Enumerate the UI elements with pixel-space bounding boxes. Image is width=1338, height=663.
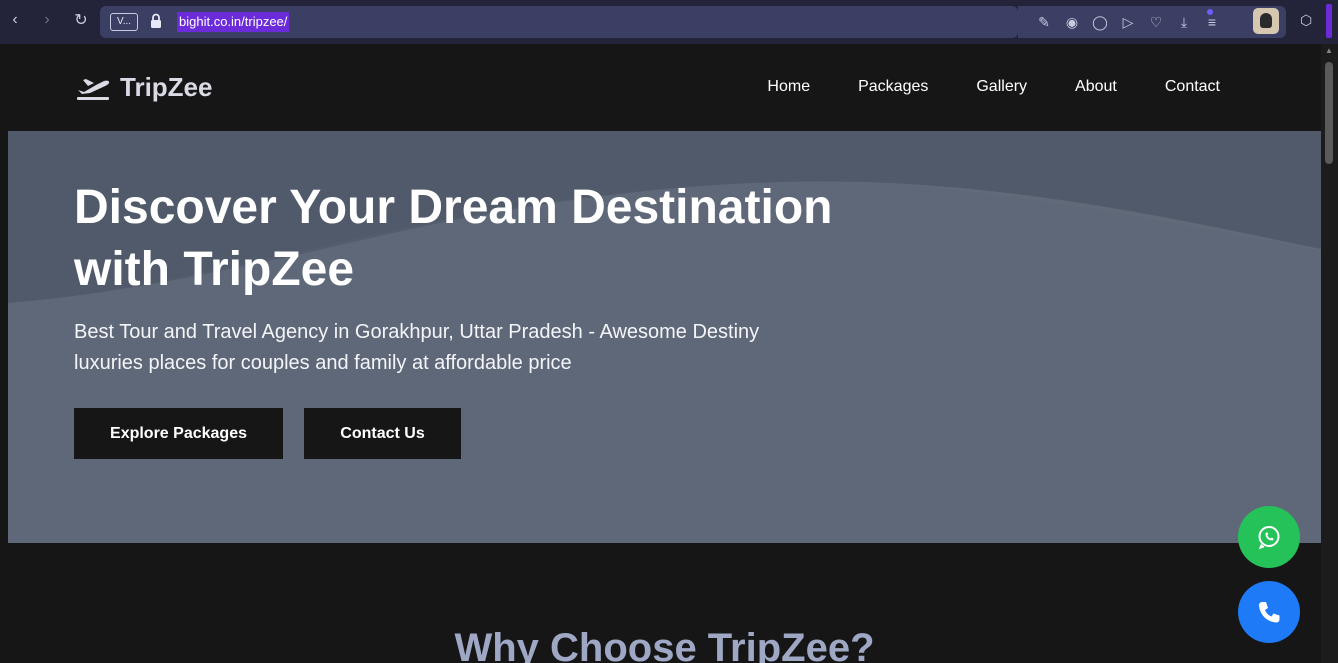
reload-icon[interactable]: ↻ — [70, 9, 92, 31]
back-icon[interactable]: ‹ — [4, 9, 26, 31]
contact-us-button[interactable]: Contact Us — [304, 408, 461, 459]
nav-gallery[interactable]: Gallery — [976, 78, 1027, 96]
airplane-takeoff-icon — [77, 78, 110, 100]
heart-icon[interactable]: ♡ — [1146, 11, 1166, 33]
whatsapp-icon — [1258, 526, 1280, 550]
tab-chip[interactable]: V... — [110, 13, 138, 31]
site-header: TripZee Home Packages Gallery About Cont… — [8, 44, 1321, 131]
edit-icon[interactable]: ✎ — [1034, 11, 1054, 33]
download-badge-dot — [1207, 9, 1213, 15]
profile-avatar-icon[interactable] — [1253, 8, 1279, 34]
main-nav: Home Packages Gallery About Contact — [767, 78, 1220, 96]
phone-icon — [1259, 602, 1280, 623]
cube-icon[interactable]: ⬡ — [1300, 12, 1316, 30]
sidebar-accent — [1326, 4, 1332, 38]
nav-packages[interactable]: Packages — [858, 78, 928, 96]
hero-title: Discover Your Dream Destination with Tri… — [74, 177, 894, 301]
hero-subtitle-line1: Best Tour and Travel Agency in Gorakhpur… — [74, 321, 760, 343]
nav-about[interactable]: About — [1075, 78, 1117, 96]
hero-subtitle-line2: luxuries places for couples and family a… — [74, 352, 572, 374]
send-icon[interactable]: ▷ — [1118, 11, 1138, 33]
hero-section: Discover Your Dream Destination with Tri… — [8, 131, 1321, 543]
download-icon[interactable]: ⤓ — [1174, 11, 1194, 33]
hero-title-line2: with TripZee — [74, 243, 355, 296]
whatsapp-button[interactable] — [1238, 506, 1300, 568]
extension-icons: ✎ ◉ ◯ ▷ ♡ ⤓ ≡ — [1034, 11, 1222, 33]
site-logo[interactable]: TripZee — [74, 72, 212, 103]
why-choose-heading: Why Choose TripZee? — [454, 626, 875, 663]
shield-icon[interactable]: ◯ — [1090, 11, 1110, 33]
list-icon[interactable]: ≡ — [1202, 11, 1222, 33]
hero-title-line1: Discover Your Dream Destination — [74, 181, 833, 234]
logo-text: TripZee — [120, 72, 213, 102]
explore-packages-button[interactable]: Explore Packages — [74, 408, 283, 459]
call-button[interactable] — [1238, 581, 1300, 643]
url-text[interactable]: bighit.co.in/tripzee/ — [177, 12, 290, 32]
page: TripZee Home Packages Gallery About Cont… — [8, 44, 1321, 663]
hero-subtitle: Best Tour and Travel Agency in Gorakhpur… — [74, 317, 834, 379]
scroll-thumb[interactable] — [1325, 62, 1333, 164]
forward-icon[interactable]: › — [36, 9, 58, 31]
scroll-up-icon[interactable]: ▲ — [1325, 46, 1333, 55]
nav-home[interactable]: Home — [767, 78, 810, 96]
camera-icon[interactable]: ◉ — [1062, 11, 1082, 33]
lock-icon[interactable] — [150, 13, 162, 29]
nav-contact[interactable]: Contact — [1165, 78, 1220, 96]
